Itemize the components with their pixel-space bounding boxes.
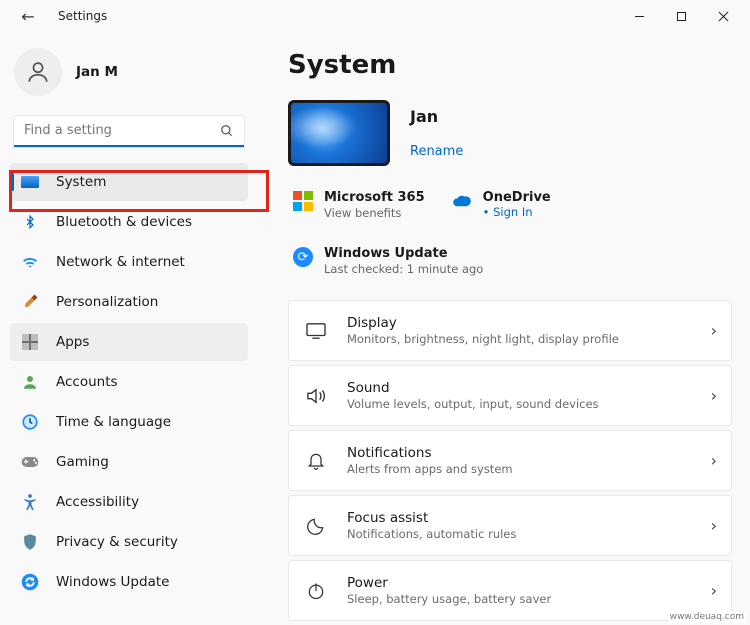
clock-icon [20, 412, 40, 432]
chevron-right-icon: › [711, 581, 717, 600]
sidebar-item-apps[interactable]: Apps [10, 323, 248, 361]
sidebar-item-windows-update[interactable]: Windows Update [10, 563, 248, 601]
sidebar-item-privacy[interactable]: Privacy & security [10, 523, 248, 561]
wu-sub: Last checked: 1 minute ago [324, 262, 483, 276]
chevron-right-icon: › [711, 516, 717, 535]
close-button[interactable] [702, 2, 744, 30]
card-title: Notifications [347, 445, 711, 461]
accounts-icon [20, 372, 40, 392]
power-icon [303, 578, 329, 604]
card-sub: Alerts from apps and system [347, 462, 711, 476]
gaming-icon [20, 452, 40, 472]
accessibility-icon [20, 492, 40, 512]
nav-label: Privacy & security [56, 534, 178, 550]
moon-icon [303, 513, 329, 539]
bluetooth-icon [20, 212, 40, 232]
onedrive-title: OneDrive [483, 190, 551, 205]
sidebar-item-accessibility[interactable]: Accessibility [10, 483, 248, 521]
ms365-icon [292, 190, 314, 212]
watermark: www.deuaq.com [668, 611, 746, 623]
back-button[interactable]: ← [16, 7, 40, 26]
nav-label: Windows Update [56, 574, 169, 590]
page-title: System [288, 50, 732, 80]
card-title: Display [347, 315, 711, 331]
user-name: Jan M [76, 64, 118, 80]
ms365-status[interactable]: Microsoft 365 View benefits [292, 190, 425, 220]
sidebar-item-network[interactable]: Network & internet [10, 243, 248, 281]
wifi-icon [20, 252, 40, 272]
sidebar-item-accounts[interactable]: Accounts [10, 363, 248, 401]
brush-icon [20, 292, 40, 312]
card-title: Sound [347, 380, 711, 396]
nav-label: Bluetooth & devices [56, 214, 192, 230]
nav-list: System Bluetooth & devices Network & int… [10, 163, 248, 601]
sidebar-item-gaming[interactable]: Gaming [10, 443, 248, 481]
search-box[interactable] [14, 116, 244, 147]
chevron-right-icon: › [711, 386, 717, 405]
nav-label: Apps [56, 334, 89, 350]
device-wallpaper-thumb[interactable] [288, 100, 390, 166]
nav-label: Personalization [56, 294, 158, 310]
nav-label: Network & internet [56, 254, 185, 270]
main-content: System Jan Rename Microsoft 365 View ben… [258, 32, 750, 625]
device-name: Jan [410, 107, 463, 126]
windows-update-icon: ⟳ [292, 246, 314, 268]
nav-label: Accounts [56, 374, 118, 390]
search-input[interactable] [14, 116, 244, 147]
sidebar-item-bluetooth[interactable]: Bluetooth & devices [10, 203, 248, 241]
display-icon [303, 318, 329, 344]
windows-update-status[interactable]: ⟳ Windows Update Last checked: 1 minute … [292, 246, 732, 276]
card-sub: Notifications, automatic rules [347, 527, 711, 541]
nav-label: Accessibility [56, 494, 139, 510]
minimize-button[interactable] [618, 2, 660, 30]
device-summary: Jan Rename [288, 100, 732, 166]
avatar [14, 48, 62, 96]
chevron-right-icon: › [711, 321, 717, 340]
card-sound[interactable]: SoundVolume levels, output, input, sound… [288, 365, 732, 426]
system-icon [20, 172, 40, 192]
window-title: Settings [58, 9, 107, 23]
rename-link[interactable]: Rename [410, 144, 463, 159]
maximize-button[interactable] [660, 2, 702, 30]
sidebar: Jan M System Bluetooth & devices [0, 32, 258, 625]
card-focus-assist[interactable]: Focus assistNotifications, automatic rul… [288, 495, 732, 556]
onedrive-signin[interactable]: • Sign In [483, 205, 551, 219]
card-sub: Volume levels, output, input, sound devi… [347, 397, 711, 411]
search-icon [220, 124, 234, 138]
nav-label: Time & language [56, 414, 171, 430]
sidebar-item-system[interactable]: System [10, 163, 248, 201]
ms365-title: Microsoft 365 [324, 190, 425, 205]
chevron-right-icon: › [711, 451, 717, 470]
bell-icon [303, 448, 329, 474]
card-sub: Monitors, brightness, night light, displ… [347, 332, 711, 346]
sidebar-item-personalization[interactable]: Personalization [10, 283, 248, 321]
nav-label: Gaming [56, 454, 109, 470]
title-bar: ← Settings [0, 0, 750, 32]
onedrive-icon [451, 190, 473, 212]
ms365-sub: View benefits [324, 206, 425, 220]
card-title: Focus assist [347, 510, 711, 526]
card-sub: Sleep, battery usage, battery saver [347, 592, 711, 606]
sound-icon [303, 383, 329, 409]
card-notifications[interactable]: NotificationsAlerts from apps and system… [288, 430, 732, 491]
profile-block[interactable]: Jan M [14, 48, 244, 96]
sidebar-item-time[interactable]: Time & language [10, 403, 248, 441]
apps-icon [20, 332, 40, 352]
card-title: Power [347, 575, 711, 591]
card-power[interactable]: PowerSleep, battery usage, battery saver… [288, 560, 732, 621]
card-display[interactable]: DisplayMonitors, brightness, night light… [288, 300, 732, 361]
nav-label: System [56, 174, 106, 190]
update-icon [20, 572, 40, 592]
wu-title: Windows Update [324, 246, 483, 261]
shield-icon [20, 532, 40, 552]
onedrive-status[interactable]: OneDrive • Sign In [451, 190, 551, 220]
